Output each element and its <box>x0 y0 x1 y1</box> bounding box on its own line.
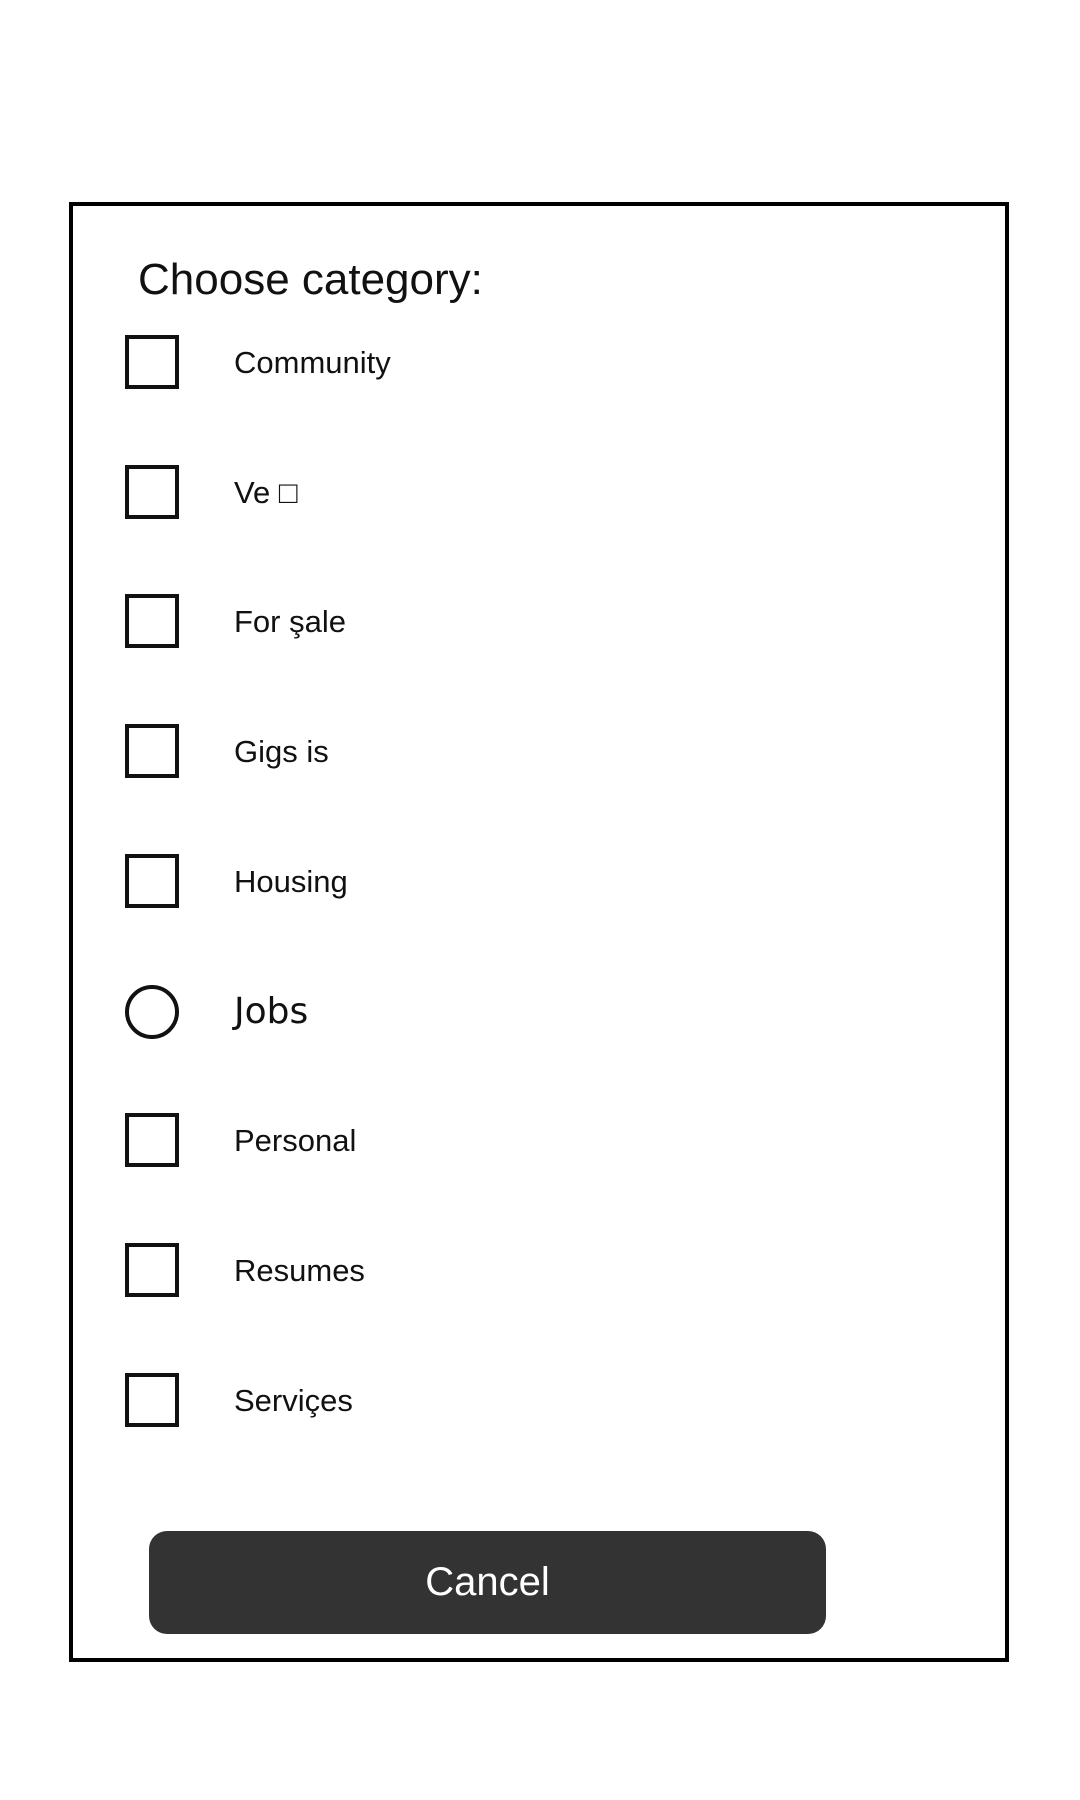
option-for-sale[interactable]: For şale <box>125 593 945 649</box>
option-personal[interactable]: Personal <box>125 1112 945 1168</box>
option-jobs[interactable]: Jobs <box>125 984 945 1040</box>
option-label: Resumes <box>234 1252 365 1288</box>
option-gigs[interactable]: Gigs is <box>125 723 945 779</box>
option-label: Housing <box>234 863 348 899</box>
option-label: Personal <box>234 1122 357 1158</box>
checkbox-services[interactable] <box>125 1373 179 1427</box>
option-resumes[interactable]: Resumes <box>125 1242 945 1298</box>
option-label: Community <box>234 344 391 380</box>
option-housing[interactable]: Housing <box>125 853 945 909</box>
dialog-title: Choose category: <box>138 255 483 304</box>
radio-jobs[interactable] <box>125 985 179 1039</box>
option-label: Ve □ <box>234 474 298 510</box>
checkbox-gigs[interactable] <box>125 724 179 778</box>
option-services[interactable]: Serviçes <box>125 1372 945 1428</box>
option-ve[interactable]: Ve □ <box>125 464 945 520</box>
checkbox-community[interactable] <box>125 335 179 389</box>
option-community[interactable]: Community <box>125 334 945 390</box>
checkbox-for-sale[interactable] <box>125 594 179 648</box>
cancel-button[interactable]: Cancel <box>149 1531 826 1634</box>
checkbox-personal[interactable] <box>125 1113 179 1167</box>
option-label: Jobs <box>234 991 309 1032</box>
option-label: For şale <box>234 603 346 639</box>
checkbox-ve[interactable] <box>125 465 179 519</box>
option-label: Gigs is <box>234 733 329 769</box>
category-dialog: Choose category: Community Ve □ For şale… <box>69 202 1009 1662</box>
checkbox-resumes[interactable] <box>125 1243 179 1297</box>
checkbox-housing[interactable] <box>125 854 179 908</box>
option-label: Serviçes <box>234 1382 353 1418</box>
